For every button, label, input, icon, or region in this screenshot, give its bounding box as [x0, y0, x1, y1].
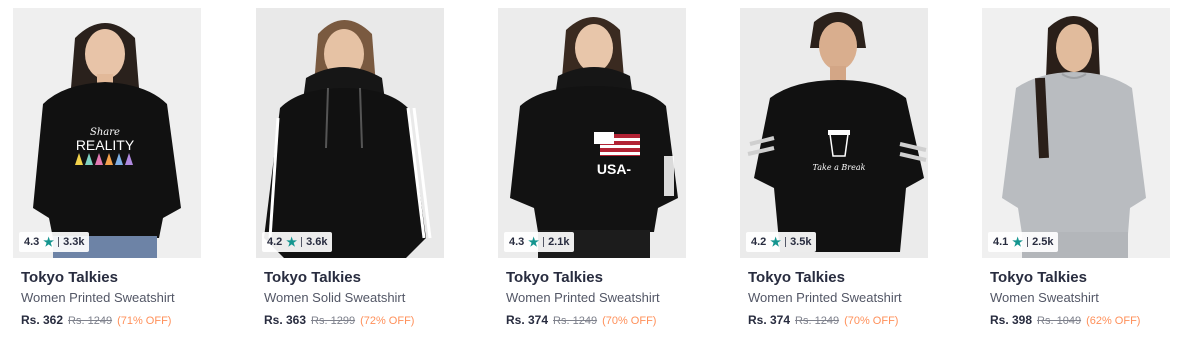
- star-icon: ★: [770, 235, 782, 249]
- price-row: Rs. 374 Rs. 1249 (70% OFF): [740, 313, 930, 327]
- rating-badge: 4.2 ★ 3.6k: [262, 232, 333, 252]
- separator: [1027, 237, 1029, 247]
- separator: [543, 237, 545, 247]
- star-icon: ★: [1012, 235, 1024, 249]
- product-card[interactable]: USA- 4.3 ★ 2.1k Tokyo Talkies Women Prin…: [498, 8, 688, 327]
- star-icon: ★: [43, 235, 55, 249]
- discounted-price: Rs. 374: [748, 313, 791, 327]
- rating-badge: 4.2 ★ 3.5k: [746, 232, 817, 252]
- woman-black-usa-hoodie-image: USA-: [498, 8, 686, 258]
- star-icon: ★: [286, 235, 298, 249]
- rating-count: 3.6k: [306, 236, 328, 248]
- rating-count: 3.3k: [63, 236, 85, 248]
- discount-percent: (72% OFF): [360, 315, 415, 327]
- rating-value: 4.3: [24, 236, 40, 248]
- price-row: Rs. 374 Rs. 1249 (70% OFF): [498, 313, 688, 327]
- rating-value: 4.2: [751, 236, 767, 248]
- product-card[interactable]: Take a Break 4.2 ★ 3.5k Tokyo Talkies Wo…: [740, 8, 930, 327]
- discounted-price: Rs. 362: [21, 313, 64, 327]
- discount-percent: (71% OFF): [117, 315, 172, 327]
- rating-value: 4.3: [509, 236, 525, 248]
- original-price: Rs. 1299: [311, 315, 356, 327]
- original-price: Rs. 1249: [68, 315, 113, 327]
- rating-value: 4.2: [267, 236, 283, 248]
- product-name[interactable]: Women Sweatshirt: [982, 290, 1172, 305]
- product-card[interactable]: 4.2 ★ 3.6k Tokyo Talkies Women Solid Swe…: [256, 8, 446, 327]
- price-row: Rs. 362 Rs. 1249 (71% OFF): [13, 313, 203, 327]
- rating-badge: 4.3 ★ 2.1k: [504, 232, 575, 252]
- discounted-price: Rs. 363: [264, 313, 307, 327]
- print-text: USA-: [597, 161, 632, 177]
- product-brand[interactable]: Tokyo Talkies: [982, 269, 1172, 286]
- woman-black-printed-sweatshirt-image: Share REALITY: [13, 8, 201, 258]
- woman-black-coffee-sweatshirt-image: Take a Break: [740, 8, 928, 258]
- product-image[interactable]: USA- 4.3 ★ 2.1k: [498, 8, 686, 258]
- product-name[interactable]: Women Printed Sweatshirt: [13, 290, 203, 305]
- rating-value: 4.1: [993, 236, 1009, 248]
- woman-black-hoodie-image: [256, 8, 444, 258]
- star-icon: ★: [528, 235, 540, 249]
- separator: [58, 237, 60, 247]
- print-text: Take a Break: [813, 163, 866, 172]
- discount-percent: (62% OFF): [1086, 315, 1141, 327]
- price-row: Rs. 363 Rs. 1299 (72% OFF): [256, 313, 446, 327]
- product-brand[interactable]: Tokyo Talkies: [13, 269, 203, 286]
- rating-count: 2.5k: [1032, 236, 1054, 248]
- discount-percent: (70% OFF): [844, 315, 899, 327]
- discounted-price: Rs. 374: [506, 313, 549, 327]
- product-brand[interactable]: Tokyo Talkies: [740, 269, 930, 286]
- rating-count: 3.5k: [790, 236, 812, 248]
- rating-count: 2.1k: [548, 236, 570, 248]
- rating-badge: 4.3 ★ 3.3k: [19, 232, 90, 252]
- price-row: Rs. 398 Rs. 1049 (62% OFF): [982, 313, 1172, 327]
- discount-percent: (70% OFF): [602, 315, 657, 327]
- woman-grey-sweatshirt-image: [982, 8, 1170, 258]
- product-name[interactable]: Women Printed Sweatshirt: [498, 290, 688, 305]
- product-brand[interactable]: Tokyo Talkies: [498, 269, 688, 286]
- product-image[interactable]: Take a Break 4.2 ★ 3.5k: [740, 8, 928, 258]
- separator: [301, 237, 303, 247]
- product-card[interactable]: Share REALITY 4.3 ★ 3.3k Tokyo Talkies W…: [13, 8, 203, 327]
- separator: [785, 237, 787, 247]
- rating-badge: 4.1 ★ 2.5k: [988, 232, 1059, 252]
- product-image[interactable]: 4.1 ★ 2.5k: [982, 8, 1170, 258]
- print-text: REALITY: [76, 137, 135, 153]
- original-price: Rs. 1049: [1037, 315, 1082, 327]
- original-price: Rs. 1249: [795, 315, 840, 327]
- product-name[interactable]: Women Printed Sweatshirt: [740, 290, 930, 305]
- product-name[interactable]: Women Solid Sweatshirt: [256, 290, 446, 305]
- product-image[interactable]: 4.2 ★ 3.6k: [256, 8, 444, 258]
- product-image[interactable]: Share REALITY 4.3 ★ 3.3k: [13, 8, 201, 258]
- product-card[interactable]: 4.1 ★ 2.5k Tokyo Talkies Women Sweatshir…: [982, 8, 1172, 327]
- discounted-price: Rs. 398: [990, 313, 1033, 327]
- product-grid: Share REALITY 4.3 ★ 3.3k Tokyo Talkies W…: [0, 0, 1182, 344]
- product-brand[interactable]: Tokyo Talkies: [256, 269, 446, 286]
- original-price: Rs. 1249: [553, 315, 598, 327]
